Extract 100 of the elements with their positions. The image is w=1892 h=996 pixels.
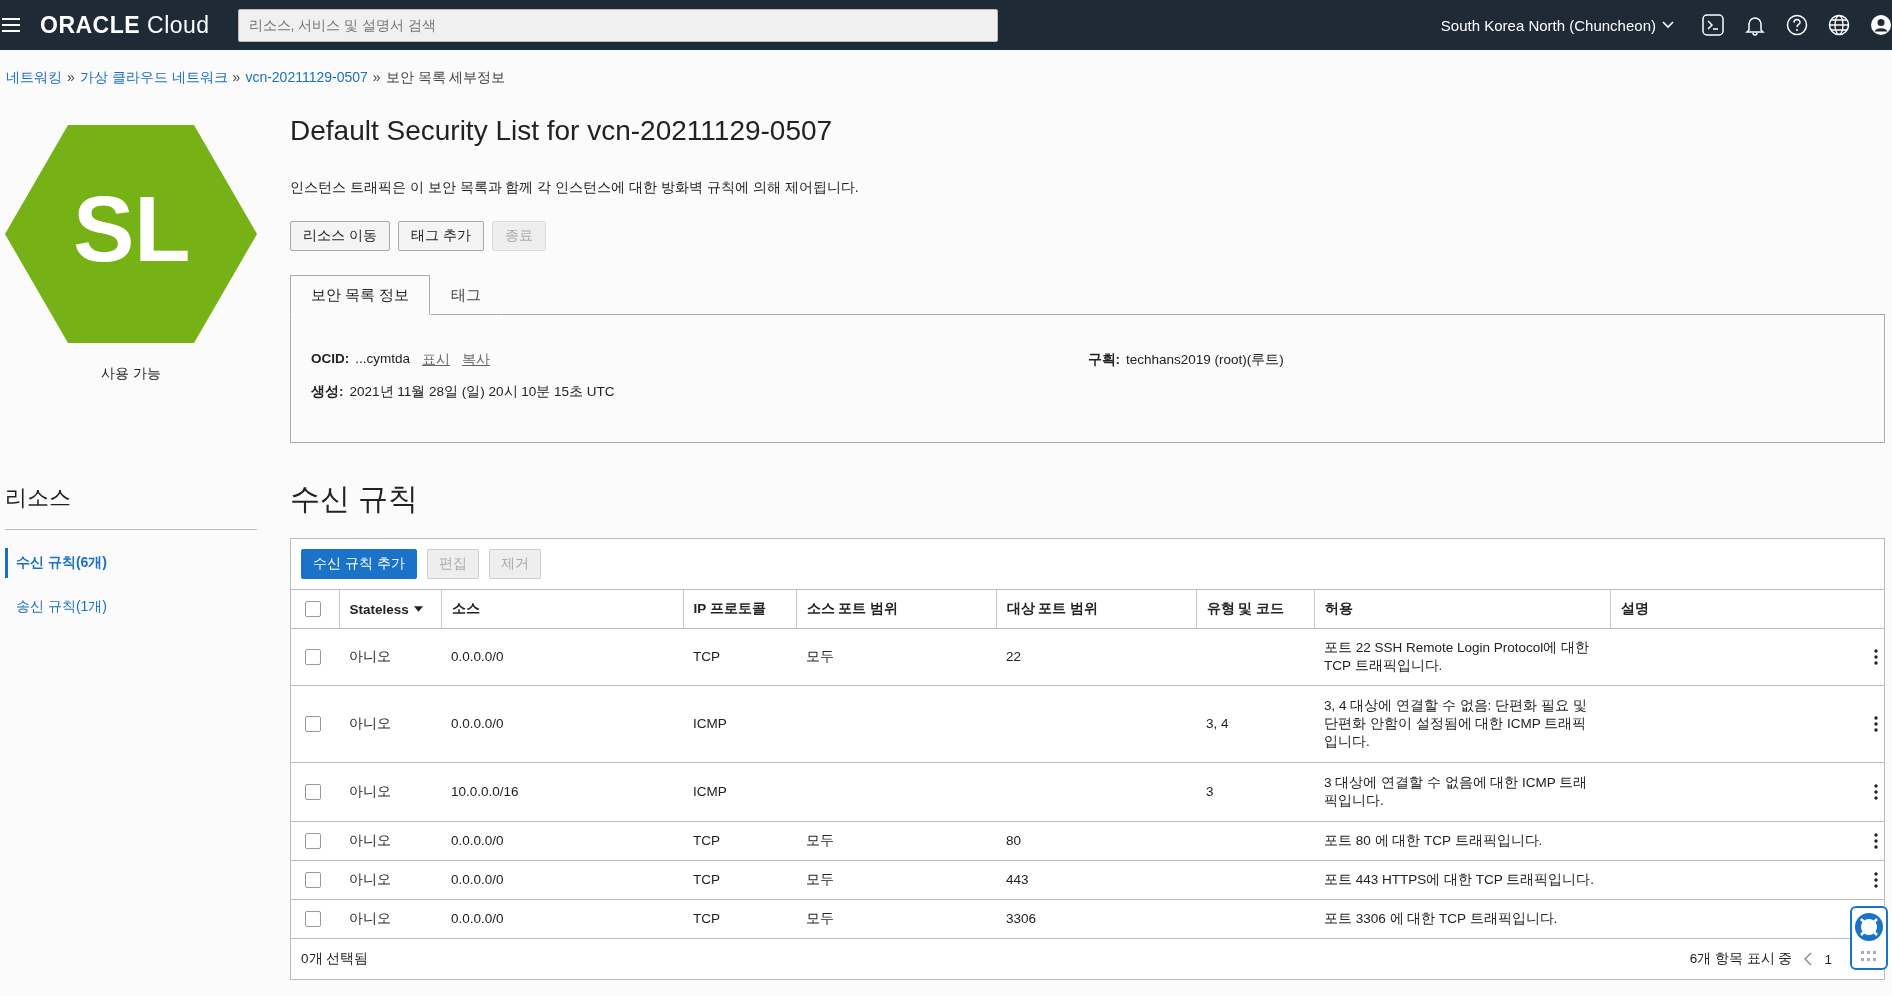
table-cell: 포트 80 에 대한 TCP 트래픽입니다. <box>1324 833 1543 848</box>
breadcrumb-separator: » <box>67 69 75 87</box>
column-header: 유형 및 코드 <box>1206 600 1284 618</box>
copy-link[interactable]: 복사 <box>462 351 490 369</box>
column-header: 소스 포트 범위 <box>806 600 898 618</box>
sort-caret-icon[interactable] <box>413 606 423 612</box>
breadcrumb-link[interactable]: 네트워킹 <box>6 69 62 99</box>
breadcrumb-current: 보안 목록 세부정보 <box>385 69 506 87</box>
page-title: Default Security List for vcn-20211129-0507 <box>290 115 834 147</box>
breadcrumb-separator: » <box>232 69 241 87</box>
bell-icon[interactable] <box>1744 14 1766 36</box>
table-cell: 0.0.0.0/0 <box>451 649 504 664</box>
globe-icon[interactable] <box>1828 14 1850 36</box>
table-cell: 아니오 <box>349 716 391 731</box>
table-cell: 아니오 <box>349 784 391 799</box>
column-header: 소스 <box>451 600 480 618</box>
resource-hexagon-icon <box>5 125 257 343</box>
more-actions-icon[interactable] <box>1874 716 1878 732</box>
table-cell: 아니오 <box>349 833 391 848</box>
tab[interactable]: 태그 <box>430 275 503 315</box>
select-all-checkbox[interactable] <box>305 601 321 618</box>
table-cell: 모두 <box>806 872 834 887</box>
page-number: 1 <box>1824 951 1832 967</box>
row-checkbox[interactable] <box>305 784 321 801</box>
more-actions-icon[interactable] <box>1874 784 1878 800</box>
compartment-value: techhans2019 (root)(루트) <box>1126 351 1284 369</box>
section-title: 수신 규칙 <box>290 481 420 517</box>
row-checkbox[interactable] <box>305 833 321 850</box>
show-link[interactable]: 표시 <box>422 351 450 369</box>
sidebar-item[interactable]: 송신 규칙(1개) <box>5 592 263 622</box>
more-actions-icon[interactable] <box>1874 649 1878 665</box>
brand-logo[interactable]: ORACLE Cloud <box>40 11 210 39</box>
table-cell: 80 <box>1006 833 1022 848</box>
table-cell: 모두 <box>806 833 834 848</box>
created-value: 2021년 11월 28일 (일) 20시 10분 15초 UTC <box>349 383 615 401</box>
region-selector[interactable]: South Korea North (Chuncheon) <box>1440 16 1674 34</box>
help-widget[interactable] <box>1850 906 1888 970</box>
search-field[interactable]: 리소스, 서비스 및 설명서 검색 <box>237 8 998 42</box>
table-cell: ICMP <box>693 784 727 799</box>
field-label: OCID: <box>311 351 350 368</box>
breadcrumb-link[interactable]: 가상 클라우드 네트워크 <box>79 69 228 99</box>
breadcrumb-separator: » <box>372 69 381 87</box>
table-cell: 0.0.0.0/0 <box>451 872 504 887</box>
more-actions-icon[interactable] <box>1874 833 1878 849</box>
previous-page-icon[interactable] <box>1804 952 1813 966</box>
table-cell: 포트 3306 에 대한 TCP 트래픽입니다. <box>1324 911 1558 926</box>
table-cell: 0.0.0.0/0 <box>451 716 504 731</box>
items-count: 6개 항목 표시 중 <box>1689 950 1793 968</box>
table-cell: 10.0.0.0/16 <box>451 784 519 799</box>
menu-icon[interactable] <box>2 18 20 32</box>
table-cell: 3, 4 대상에 연결할 수 없음: 단편화 필요 및 단편화 안함이 설정됨에 대한 ICMP 트래픽입니다. <box>1324 698 1587 749</box>
table-cell: 포트 22 SSH Remote Login Protocol에 대한 TCP 트래픽입니다. <box>1324 640 1590 673</box>
status-label: 사용 가능 <box>100 365 162 383</box>
chevron-down-icon[interactable] <box>1662 21 1674 29</box>
table-cell: 모두 <box>806 911 834 926</box>
table-cell: 3, 4 <box>1206 716 1229 731</box>
table-cell: TCP <box>693 911 720 926</box>
table-cell: 포트 443 HTTPS에 대한 TCP 트래픽입니다. <box>1324 872 1595 887</box>
row-checkbox[interactable] <box>305 649 321 666</box>
breadcrumb-link[interactable]: vcn-20211129-0507 <box>245 69 368 99</box>
action-button[interactable]: 리소스 이동 <box>290 221 390 251</box>
row-checkbox[interactable] <box>305 872 321 889</box>
table-cell: TCP <box>693 649 720 664</box>
tab[interactable]: 보안 목록 정보 <box>290 275 431 315</box>
table-cell: TCP <box>693 872 720 887</box>
selection-count: 0개 선택됨 <box>301 950 369 968</box>
sidebar-item[interactable]: 수신 규칙(6개) <box>5 548 263 578</box>
toolbar-button[interactable]: 수신 규칙 추가 <box>301 549 417 579</box>
more-actions-icon[interactable] <box>1874 872 1878 888</box>
table-cell: 3 대상에 연결할 수 없음에 대한 ICMP 트래픽입니다. <box>1324 775 1588 808</box>
table-cell: 3 <box>1206 784 1214 799</box>
terminal-icon[interactable] <box>1702 14 1724 36</box>
table-cell: 443 <box>1006 872 1029 887</box>
resource-initials: SL <box>73 179 191 279</box>
table-cell: 22 <box>1006 649 1022 664</box>
table-cell: 모두 <box>806 649 834 664</box>
table-cell: 0.0.0.0/0 <box>451 833 504 848</box>
row-checkbox[interactable] <box>305 716 321 733</box>
table-cell: 아니오 <box>349 872 391 887</box>
resources-heading: 리소스 <box>5 483 257 530</box>
grid-dots-icon[interactable] <box>1859 950 1879 964</box>
ocid-value: ...cymtda <box>355 351 410 368</box>
field-label: 구획: <box>1087 351 1120 369</box>
column-header: 허용 <box>1324 600 1353 618</box>
table-cell: ICMP <box>693 716 727 731</box>
user-icon[interactable] <box>1870 14 1892 36</box>
help-icon[interactable] <box>1786 14 1808 36</box>
lifebuoy-icon[interactable] <box>1854 912 1884 942</box>
table-cell: TCP <box>693 833 720 848</box>
column-header: 대상 포트 범위 <box>1006 600 1098 618</box>
table-cell: 아니오 <box>349 649 391 664</box>
table-cell: 3306 <box>1006 911 1037 926</box>
column-header: IP 프로토콜 <box>693 600 766 618</box>
description-text: 인스턴스 트래픽은 이 보안 목록과 함께 각 인스턴스에 대한 방화벽 규칙에 의해 제어됩니다. <box>290 179 860 197</box>
row-checkbox[interactable] <box>305 911 321 928</box>
action-button[interactable]: 태그 추가 <box>397 221 484 251</box>
table-cell: 0.0.0.0/0 <box>451 911 504 926</box>
field-label: 생성: <box>311 383 344 401</box>
column-header: 설명 <box>1620 600 1649 618</box>
table-cell: 아니오 <box>349 911 391 926</box>
